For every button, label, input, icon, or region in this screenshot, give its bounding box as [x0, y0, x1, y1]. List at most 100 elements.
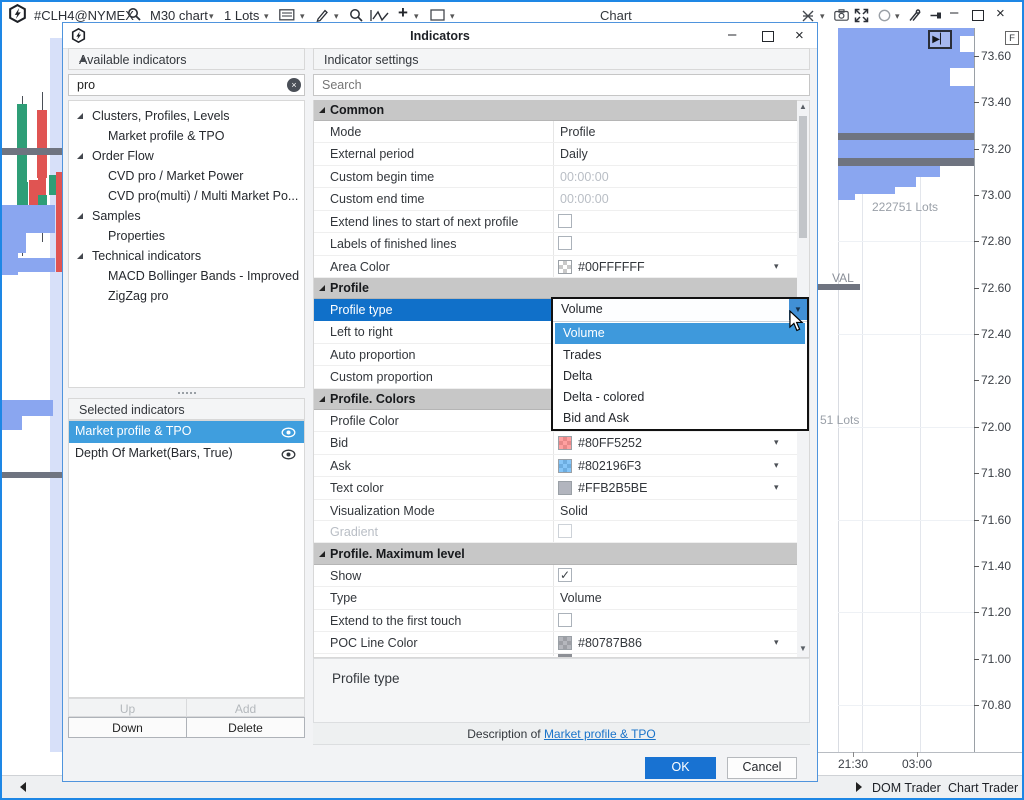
row-bid-color[interactable]: Bid#80FF5252▾	[314, 432, 797, 455]
pin-icon[interactable]	[929, 9, 942, 22]
tree-group-technical-indicators[interactable]: Technical indicators	[68, 248, 304, 268]
timeframe-selector[interactable]: M30 chart	[150, 8, 208, 23]
link-caret-icon[interactable]: ▾	[820, 11, 825, 22]
tree-item-cvd-pro-multi[interactable]: CVD pro(multi) / Multi Market Po...	[68, 188, 304, 208]
checkbox-unchecked[interactable]	[558, 613, 572, 627]
tree-expander-icon[interactable]	[77, 113, 83, 119]
ok-button[interactable]: OK	[645, 757, 716, 779]
row-extend-lines[interactable]: Extend lines to start of next profile	[314, 211, 797, 233]
row-labels-finished-lines[interactable]: Labels of finished lines	[314, 233, 797, 256]
dropdown-option-trades[interactable]: Trades	[555, 345, 805, 366]
available-indicators-header[interactable]: Available indicators	[68, 48, 305, 70]
minimize-window-icon[interactable]: –	[950, 4, 958, 21]
row-value[interactable]: 00:00:00	[560, 170, 609, 184]
combo-caret-icon[interactable]: ▾	[774, 637, 779, 648]
screenshot-camera-icon[interactable]	[834, 9, 849, 21]
move-down-button[interactable]: Down	[68, 717, 187, 738]
settings-tools-icon[interactable]	[908, 9, 922, 22]
pencil-caret-icon[interactable]: ▾	[334, 11, 339, 22]
row-value[interactable]: Volume	[560, 591, 602, 605]
ring-caret-icon[interactable]: ▾	[895, 11, 900, 22]
panels-caret-icon[interactable]: ▾	[300, 11, 305, 22]
tab-dom-trader[interactable]: DOM Trader	[872, 781, 941, 795]
dropdown-option-delta-colored[interactable]: Delta - colored	[555, 387, 805, 408]
lots-selector[interactable]: 1 Lots	[224, 8, 259, 23]
combo-caret-icon[interactable]: ▾	[774, 437, 779, 448]
section-common[interactable]: Common	[314, 100, 797, 121]
combo-box[interactable]: Volume ▼	[553, 299, 807, 322]
add-caret-icon[interactable]: ▾	[414, 11, 419, 22]
row-type[interactable]: TypeVolume	[314, 587, 797, 610]
panel-expand-icon[interactable]	[856, 782, 862, 792]
lots-caret-icon[interactable]: ▾	[264, 11, 269, 22]
tree-expander-icon[interactable]	[77, 253, 83, 259]
dialog-close-icon[interactable]: ×	[795, 27, 804, 44]
section-expander-icon[interactable]	[319, 285, 325, 291]
dialog-maximize-icon[interactable]	[762, 31, 774, 42]
row-value[interactable]: Profile	[560, 125, 595, 139]
dialog-minimize-icon[interactable]: –	[728, 26, 736, 43]
panels-icon[interactable]	[279, 9, 295, 21]
add-button[interactable]: Add	[186, 698, 305, 717]
checkbox-unchecked[interactable]	[558, 236, 572, 250]
selected-item-depth-of-market[interactable]: Depth Of Market(Bars, True)	[69, 443, 304, 465]
tree-expander-icon[interactable]	[77, 213, 83, 219]
fullscreen-icon[interactable]	[854, 8, 869, 23]
checkbox-unchecked[interactable]	[558, 524, 572, 538]
tree-group-clusters[interactable]: Clusters, Profiles, Levels	[68, 108, 304, 128]
symbol-selector[interactable]: #CLH4@NYMEX	[34, 8, 134, 23]
row-gradient[interactable]: Gradient	[314, 521, 797, 543]
row-area-color[interactable]: Area Color#00FFFFFF▾	[314, 256, 797, 278]
add-indicator-icon[interactable]: +	[398, 3, 408, 23]
settings-search-input[interactable]	[313, 74, 810, 96]
available-search-input[interactable]	[68, 74, 305, 96]
row-value[interactable]: Daily	[560, 147, 588, 161]
checkbox-unchecked[interactable]	[558, 214, 572, 228]
rectangle-tool-icon[interactable]	[430, 9, 445, 21]
clear-search-icon[interactable]: ×	[287, 78, 301, 92]
app-logo-icon[interactable]	[8, 4, 27, 23]
drawing-pencil-icon[interactable]	[315, 8, 329, 22]
tree-expander-icon[interactable]	[77, 153, 83, 159]
combo-caret-icon[interactable]: ▾	[774, 460, 779, 471]
row-text-color[interactable]: Text color#FFB2B5BE▾	[314, 477, 797, 500]
row-external-period[interactable]: External periodDaily	[314, 143, 797, 166]
move-up-button[interactable]: Up	[68, 698, 187, 717]
color-swatch[interactable]	[558, 436, 572, 450]
tree-item-cvd-pro[interactable]: CVD pro / Market Power	[68, 168, 304, 188]
combo-caret-icon[interactable]: ▾	[774, 482, 779, 493]
row-custom-begin-time[interactable]: Custom begin time00:00:00	[314, 166, 797, 188]
dropdown-option-delta[interactable]: Delta	[555, 366, 805, 387]
section-profile[interactable]: Profile	[314, 278, 797, 299]
color-swatch[interactable]	[558, 459, 572, 473]
go-to-realtime-button[interactable]: ▶▏	[928, 30, 952, 49]
description-link[interactable]: Market profile & TPO	[544, 727, 656, 741]
dropdown-option-bid-and-ask[interactable]: Bid and Ask	[555, 408, 805, 429]
row-value[interactable]: 00:00:00	[560, 192, 609, 206]
visibility-eye-icon[interactable]	[281, 449, 296, 460]
collapse-up-icon[interactable]	[79, 57, 87, 62]
zoom-tool-icon[interactable]	[349, 8, 363, 22]
section-expander-icon[interactable]	[319, 107, 325, 113]
row-poc-line-color[interactable]: POC Line Color#80787B86▾	[314, 632, 797, 654]
tree-group-order-flow[interactable]: Order Flow	[68, 148, 304, 168]
tree-item-macd-bollinger[interactable]: MACD Bollinger Bands - Improved	[68, 268, 304, 288]
visibility-eye-icon[interactable]	[281, 427, 296, 438]
row-ask-color[interactable]: Ask#802196F3▾	[314, 455, 797, 477]
delete-button[interactable]: Delete	[186, 717, 305, 738]
selected-item-market-profile[interactable]: Market profile & TPO	[69, 421, 304, 443]
section-expander-icon[interactable]	[319, 551, 325, 557]
row-extend-first-touch[interactable]: Extend to the first touch	[314, 610, 797, 632]
section-expander-icon[interactable]	[319, 396, 325, 402]
row-mode[interactable]: ModeProfile	[314, 121, 797, 143]
color-swatch[interactable]	[558, 260, 572, 274]
row-visualization-mode[interactable]: Visualization ModeSolid	[314, 500, 797, 521]
close-window-icon[interactable]: ×	[996, 5, 1005, 22]
scrollbar-up-icon[interactable]: ▲	[799, 102, 807, 111]
tree-item-zigzag-pro[interactable]: ZigZag pro	[68, 288, 304, 308]
combo-caret-icon[interactable]: ▾	[774, 261, 779, 272]
rectangle-caret-icon[interactable]: ▾	[450, 11, 455, 22]
fit-price-scale-button[interactable]: F	[1005, 31, 1019, 45]
tree-item-market-profile-tpo[interactable]: Market profile & TPO	[68, 128, 304, 148]
cancel-button[interactable]: Cancel	[727, 757, 797, 779]
